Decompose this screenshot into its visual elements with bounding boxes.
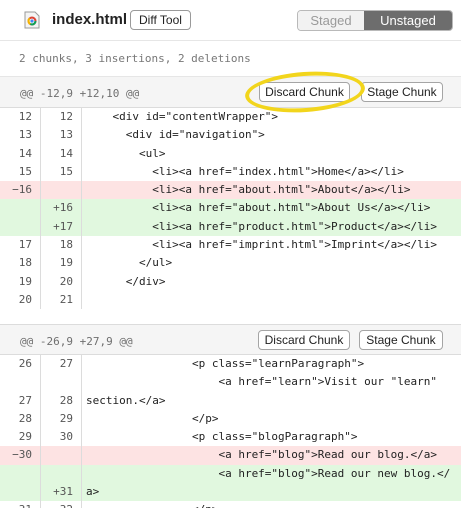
old-line-number: 28 [18,411,32,425]
new-line-number: 21 [40,290,82,310]
toolbar: index.html Diff Tool Staged Unstaged [0,0,461,40]
old-line-number [0,199,40,217]
code-text: <li><a href="about.html">About</a></li> [86,183,411,197]
old-line-number: 14 [18,146,32,160]
diff-summary: 2 chunks, 3 insertions, 2 deletions [19,52,251,65]
new-line-number: 29 [40,409,82,429]
old-line-number: 19 [18,274,32,288]
code-text: <a href="blog">Read our new blog.</ [86,466,451,480]
context-line[interactable]: 15 15 <li><a href="index.html">Home</a></… [0,162,461,182]
new-line-number [40,181,82,200]
new-line-number: 13 [40,126,82,145]
old-line-number: 20 [18,292,32,306]
deleted-line[interactable]: −30 <a href="blog">Read our blog.</a> [0,446,461,465]
code-text: <div id="navigation"> [86,128,265,142]
code-text: <div id="contentWrapper"> [86,110,279,123]
code-text: <li><a href="product.html">Product</a></… [86,219,437,233]
summary-bar: 2 chunks, 3 insertions, 2 deletions [0,40,461,77]
context-line[interactable]: 27 28 section.</a> [0,391,461,410]
old-line-number: 12 [18,110,32,123]
added-line[interactable]: <a href="blog">Read our new blog.</ [0,464,461,484]
old-line-number: 31 [0,501,40,508]
file-name: index.html [52,11,128,28]
code-text: a> [86,485,100,499]
old-line-number: 18 [18,256,32,270]
chunk-range: @@ -26,9 +27,9 @@ [20,335,133,348]
new-line-number: 28 [40,391,82,410]
chunk-lines: 12 12 <div id="contentWrapper"> 13 13 <div … [0,108,461,310]
old-line-number: −30 [12,448,32,462]
diff-tool-button[interactable]: Diff Tool [130,10,191,30]
new-line-number [40,446,82,465]
context-line[interactable]: 12 12 <div id="contentWrapper"> [0,108,461,127]
code-text: </p> [86,411,219,425]
chunk-header: @@ -26,9 +27,9 @@ Discard Chunk Stage Ch… [0,324,461,355]
code-text: <a href="learn">Visit our "learn" [86,375,437,389]
context-line[interactable]: 18 19 </ul> [0,254,461,273]
old-line-number: −16 [12,183,32,197]
code-text: <p class="learnParagraph"> [86,357,365,370]
code-text: <a href="blog">Read our blog.</a> [86,448,437,462]
stage-chunk-button[interactable]: Stage Chunk [361,82,443,102]
code-text: <li><a href="imprint.html">Imprint</a></… [86,238,437,252]
new-line-number: 12 [40,108,82,127]
deleted-line[interactable]: −16 <li><a href="about.html">About</a></… [0,181,461,200]
new-line-number: 19 [40,254,82,273]
code-text: </p> [86,501,219,508]
discard-chunk-button[interactable]: Discard Chunk [258,330,350,350]
added-line[interactable]: +16 <li><a href="about.html">About Us</a… [0,199,461,218]
new-line-number: 32 [40,501,82,508]
old-line-number: 15 [18,164,32,178]
stage-toggle: Staged Unstaged [297,10,453,31]
chunk-lines: 26 27 <p class="learnParagraph"> <a href=… [0,355,461,508]
chunk-header: @@ -12,9 +12,10 @@ Discard Chunk Stage C… [0,77,461,108]
stage-chunk-button[interactable]: Stage Chunk [359,330,443,350]
new-line-number: 14 [40,144,82,163]
added-line[interactable]: +31 a> [0,483,461,502]
tab-staged[interactable]: Staged [298,11,364,30]
old-line-number: 17 [18,238,32,252]
new-line-number: 20 [40,272,82,291]
context-line[interactable]: 26 27 <p class="learnParagraph"> [0,355,461,374]
old-line-number: 13 [18,128,32,142]
code-text: </ul> [86,256,173,270]
context-line[interactable]: 20 21 [0,290,461,310]
new-line-number: +31 [40,483,82,502]
added-line[interactable]: +17 <li><a href="product.html">Product</… [0,217,461,237]
code-text: <p class="blogParagraph"> [86,430,358,444]
new-line-number [40,464,82,484]
new-line-number [40,373,82,392]
old-line-number [0,218,40,236]
code-text: <li><a href="index.html">Home</a></li> [86,164,404,178]
chrome-file-icon [24,11,40,29]
new-line-number: +16 [40,199,82,218]
context-line[interactable]: 14 14 <ul> [0,144,461,163]
old-line-number [0,373,40,391]
context-line[interactable]: 17 18 <li><a href="imprint.html">Imprint<… [0,236,461,255]
new-line-number: 27 [40,355,82,374]
code-text: <ul> [86,146,166,160]
old-line-number [0,483,40,501]
old-line-number [0,465,40,483]
new-line-number: 18 [40,236,82,255]
tab-unstaged[interactable]: Unstaged [364,11,452,30]
context-line[interactable]: 28 29 </p> [0,409,461,429]
chunk-range: @@ -12,9 +12,10 @@ [20,87,140,100]
old-line-number: 29 [18,430,32,444]
code-text: </div> [86,274,166,288]
new-line-number: 30 [40,428,82,447]
old-line-number: 26 [18,357,32,370]
code-text: section.</a> [86,393,166,407]
old-line-number: 27 [18,393,32,407]
context-line[interactable]: 29 30 <p class="blogParagraph"> [0,428,461,447]
context-line[interactable]: <a href="learn">Visit our "learn" [0,373,461,392]
code-text: <li><a href="about.html">About Us</a></l… [86,201,431,215]
new-line-number: +17 [40,217,82,237]
context-line[interactable]: 13 13 <div id="navigation"> [0,126,461,145]
context-line[interactable]: 19 20 </div> [0,272,461,291]
new-line-number: 15 [40,162,82,182]
context-line[interactable]: 3132 </p> [0,501,461,508]
